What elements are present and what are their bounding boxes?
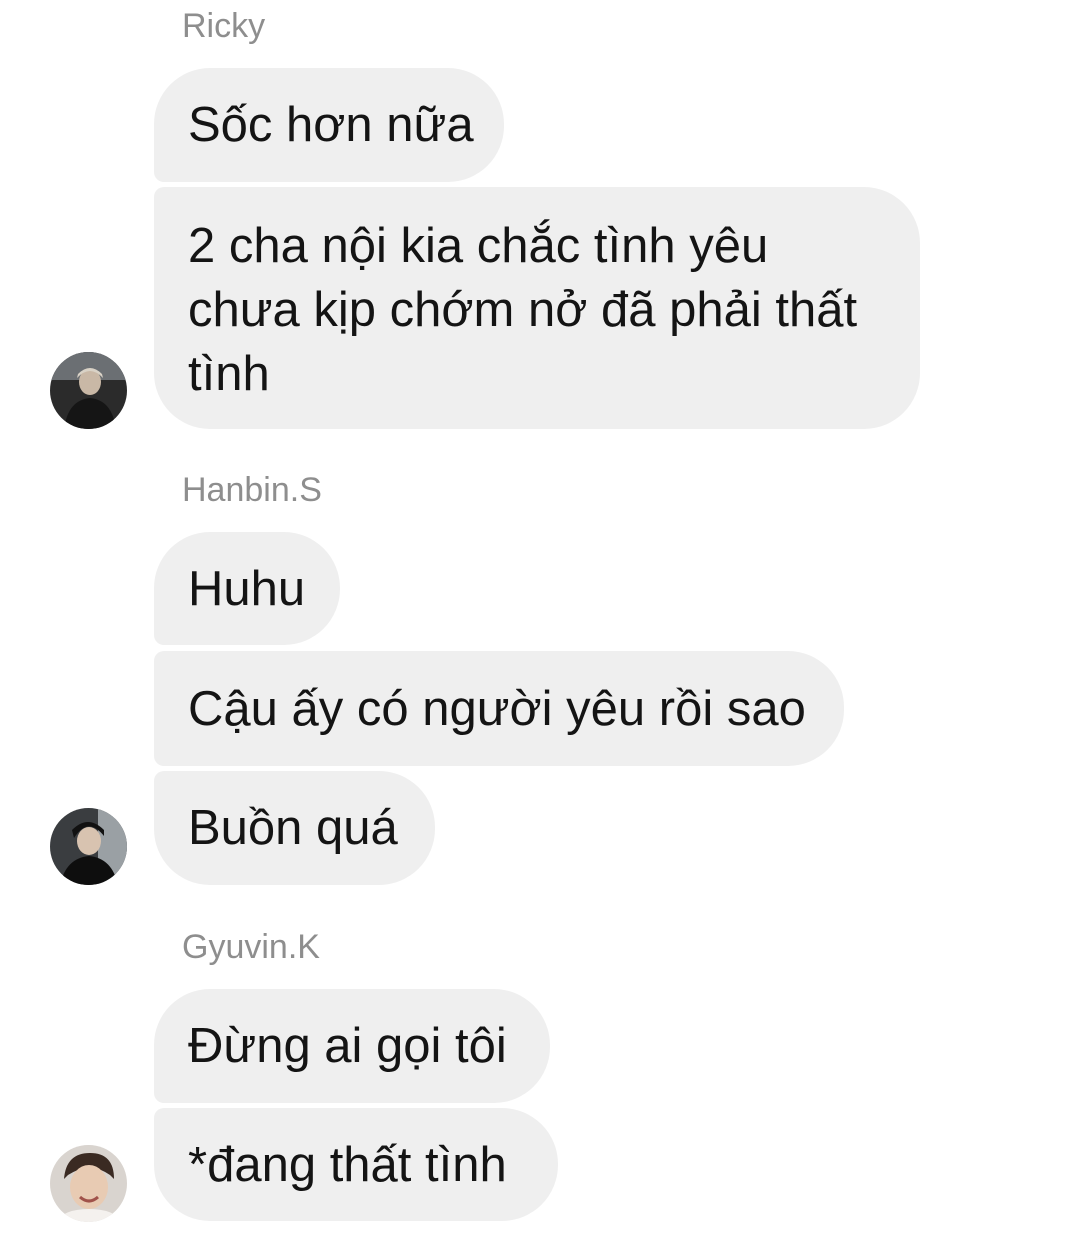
message-text: *đang thất tình [188,1137,507,1192]
message-text: 2 cha nội kia chắc tình yêu chưa kịp chớ… [188,219,858,401]
message-text: Sốc hơn nữa [188,98,474,152]
message-bubble[interactable]: Sốc hơn nữa [154,68,504,182]
sender-name-ricky: Ricky [182,7,266,45]
message-text: Buồn quá [188,801,398,855]
message-text: Cậu ấy có người yêu rồi sao [188,681,806,736]
message-text: Đừng ai gọi tôi [188,1019,507,1073]
message-bubble[interactable]: Buồn quá [154,771,435,885]
message-text: Huhu [188,561,306,616]
sender-name-hanbin: Hanbin.S [182,471,322,509]
message-bubble[interactable]: 2 cha nội kia chắc tình yêu chưa kịp chớ… [154,187,920,429]
user-avatar-icon [50,1145,127,1222]
avatar-ricky[interactable] [50,352,127,429]
message-bubble[interactable]: Cậu ấy có người yêu rồi sao [154,651,844,766]
message-bubble[interactable]: Huhu [154,532,340,645]
avatar-gyuvin[interactable] [50,1145,127,1222]
avatar-hanbin[interactable] [50,808,127,885]
sender-name-gyuvin: Gyuvin.K [182,928,320,966]
message-bubble[interactable]: Đừng ai gọi tôi [154,989,550,1103]
chat-thread: Ricky Sốc hơn nữa 2 cha nội kia chắc tìn… [0,0,1080,1238]
user-avatar-icon [50,808,127,885]
message-bubble[interactable]: *đang thất tình [154,1108,558,1221]
user-avatar-icon [50,352,127,429]
